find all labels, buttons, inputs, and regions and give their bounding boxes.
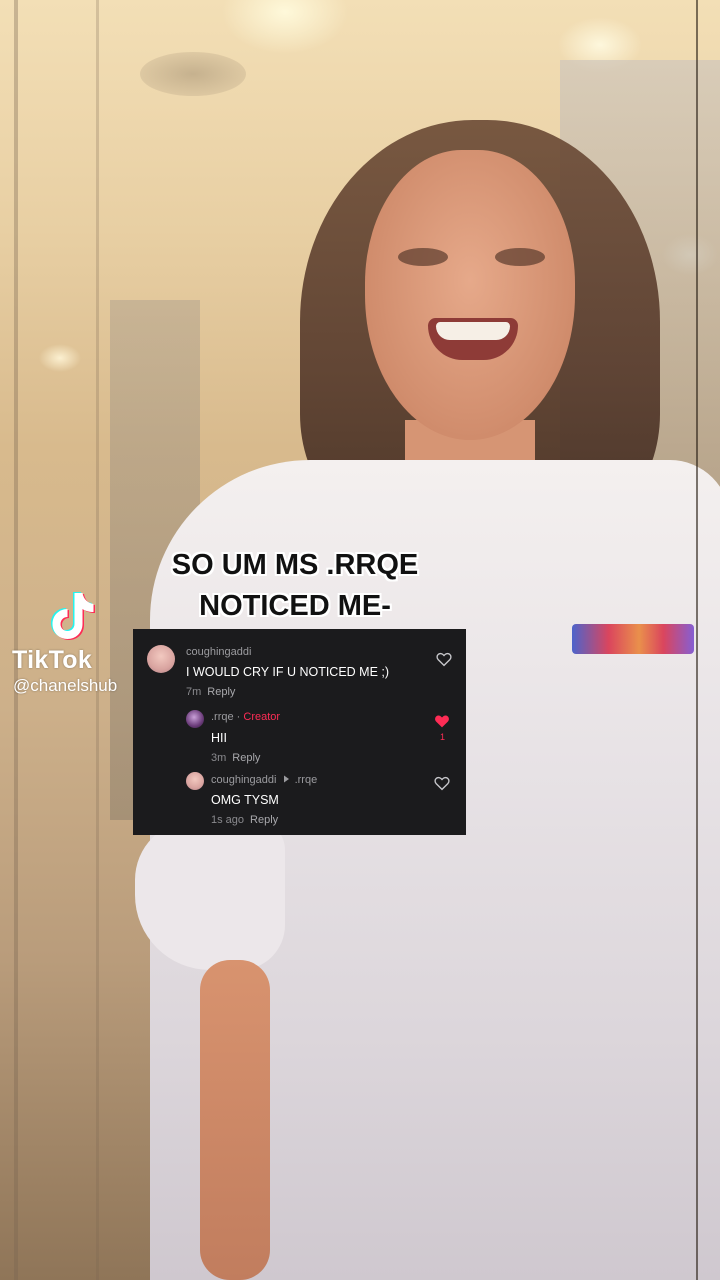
heart-filled-icon[interactable] bbox=[433, 712, 451, 730]
person-arm bbox=[200, 960, 270, 1280]
shirt-sleeve bbox=[135, 820, 285, 970]
creator-handle: @chanelshub bbox=[13, 676, 118, 695]
user-avatar[interactable] bbox=[147, 645, 175, 673]
reply-button[interactable]: Reply bbox=[250, 814, 278, 826]
comment-text: HII bbox=[211, 731, 227, 745]
comment-username-row: .rrqe · Creator bbox=[211, 711, 280, 723]
comment-meta: 3m Reply bbox=[211, 752, 260, 764]
comment-text: OMG TYSM bbox=[211, 793, 279, 807]
comment-time: 1s ago bbox=[211, 814, 245, 826]
ceiling-vent bbox=[140, 52, 246, 96]
heart-outline-icon[interactable] bbox=[433, 774, 451, 792]
comment-username[interactable]: coughingaddi bbox=[211, 774, 276, 786]
tiktok-wordmark: TikTok bbox=[12, 646, 93, 674]
caption-line: NOTICED ME- bbox=[199, 590, 391, 622]
reply-to-username[interactable]: .rrqe bbox=[295, 774, 318, 786]
tiktok-watermark: TikTok @chanelshub bbox=[12, 586, 132, 696]
person-eye bbox=[495, 248, 545, 266]
comment-time: 3m bbox=[211, 752, 227, 764]
username-separator: · bbox=[233, 711, 244, 723]
frame-edge bbox=[696, 0, 698, 1280]
comment-text: I WOULD CRY IF U NOTICED ME ;) bbox=[186, 665, 390, 679]
video-caption: SO UM MS .RRQE NOTICED ME- bbox=[120, 545, 470, 627]
reply-button[interactable]: Reply bbox=[207, 686, 235, 698]
comment-meta: 1s ago Reply bbox=[211, 814, 278, 826]
shirt-logo bbox=[572, 624, 694, 654]
comment-username[interactable]: .rrqe bbox=[211, 711, 234, 723]
reply-arrow-icon bbox=[283, 775, 289, 783]
reply-button[interactable]: Reply bbox=[232, 752, 260, 764]
heart-outline-icon[interactable] bbox=[435, 650, 453, 668]
tiktok-logo-icon bbox=[51, 592, 95, 640]
comment-meta: 7m Reply bbox=[186, 686, 235, 698]
caption-line: SO UM MS .RRQE bbox=[171, 549, 419, 581]
comment-thread-screenshot: coughingaddi I WOULD CRY IF U NOTICED ME… bbox=[133, 629, 466, 835]
comment-time: 7m bbox=[186, 686, 202, 698]
like-count: 1 bbox=[440, 732, 446, 742]
comment-username-row: coughingaddi .rrqe bbox=[211, 774, 317, 786]
comment-username[interactable]: coughingaddi bbox=[186, 646, 251, 658]
user-avatar[interactable] bbox=[186, 772, 204, 790]
person-eye bbox=[398, 248, 448, 266]
creator-avatar[interactable] bbox=[186, 710, 204, 728]
creator-badge: Creator bbox=[243, 711, 281, 723]
person-face bbox=[365, 150, 575, 440]
person-teeth bbox=[436, 322, 510, 340]
